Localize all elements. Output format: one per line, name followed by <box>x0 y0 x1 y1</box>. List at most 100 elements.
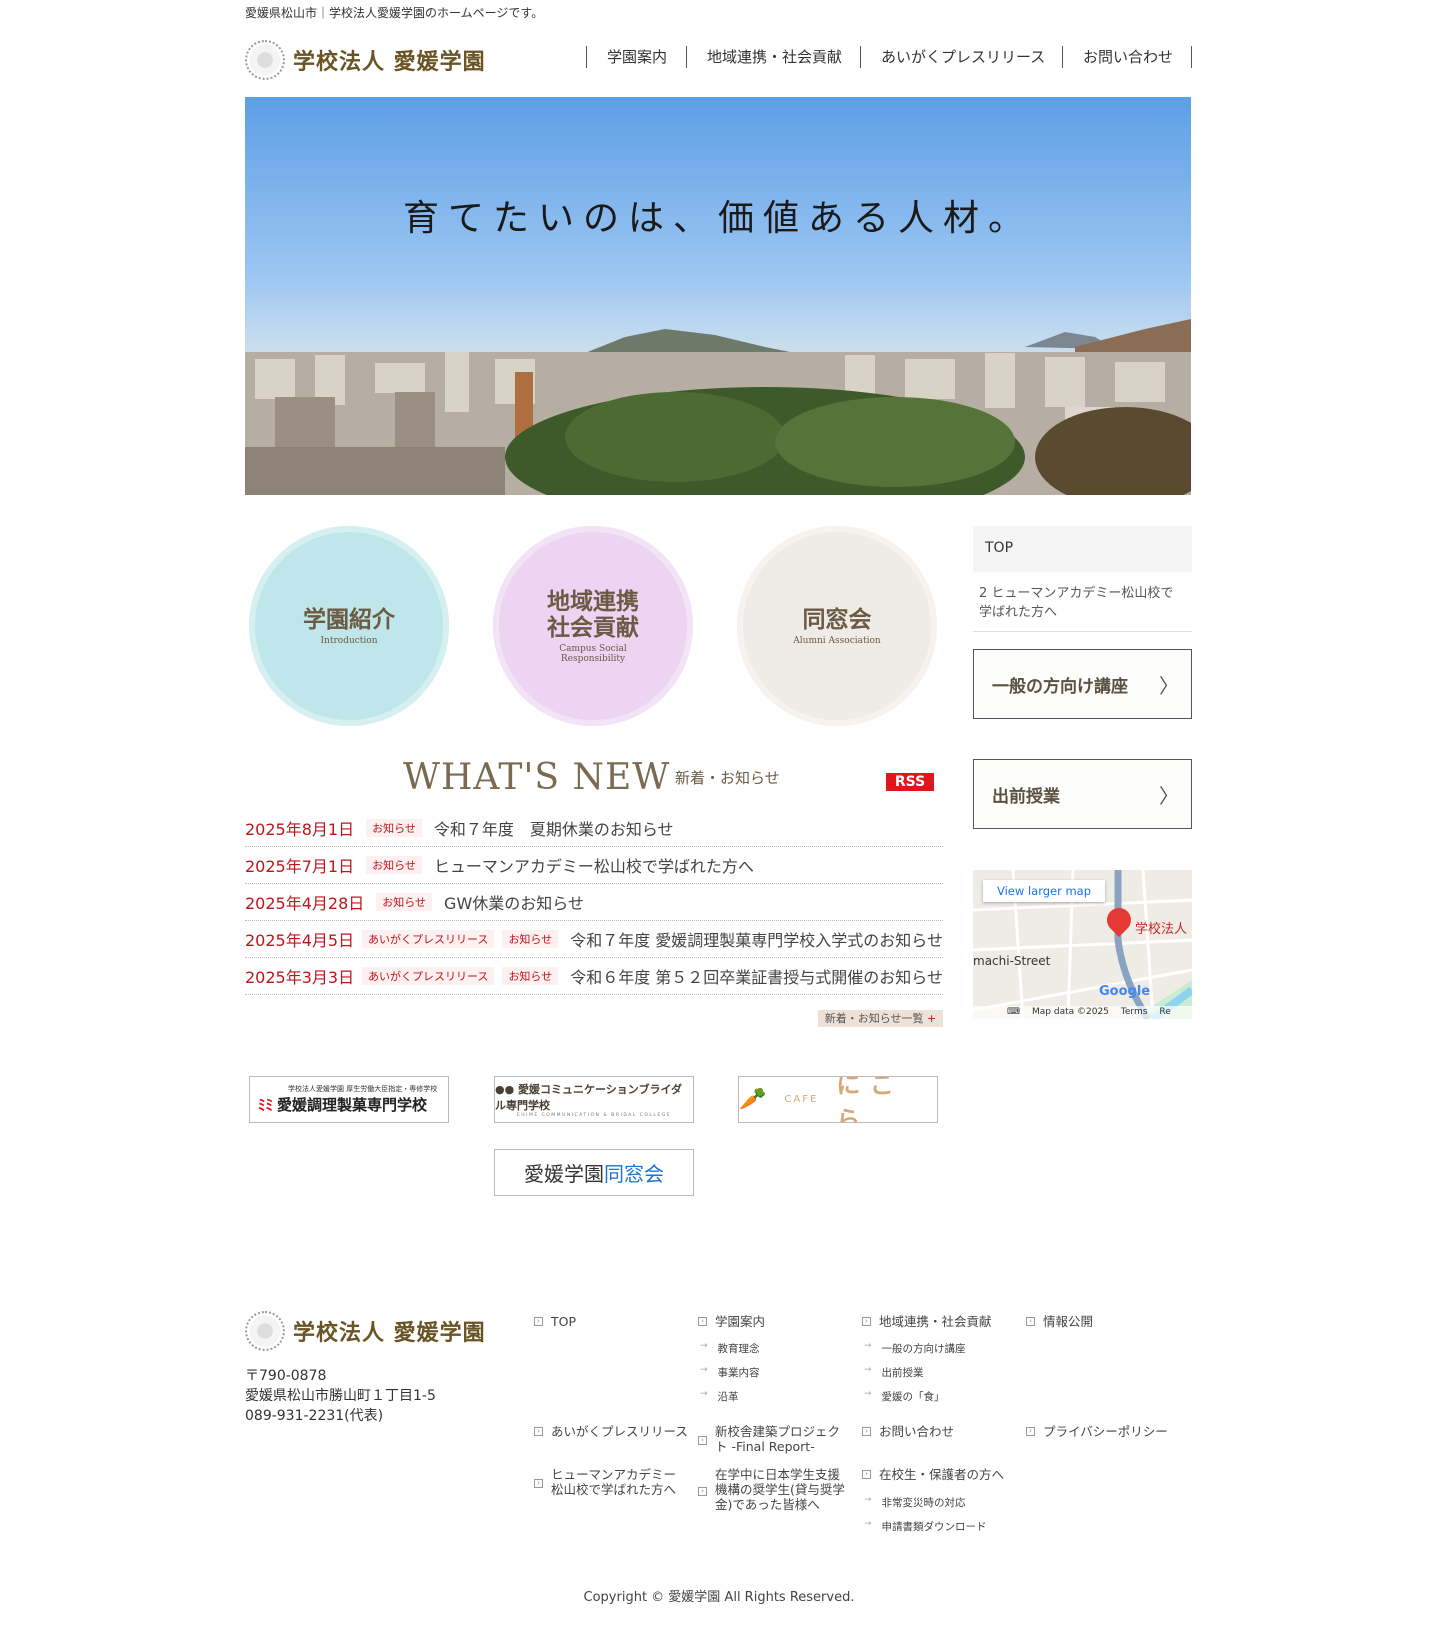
nav-contact[interactable]: お問い合わせ <box>1062 46 1191 68</box>
footer-link-human-academy[interactable]: › ヒューマンアカデミー松山校で学ばれた方へ <box>534 1467 684 1497</box>
site-tagline: 愛媛県松山市｜学校法人愛媛学園のホームページです。 <box>245 6 544 20</box>
link-label: TOP <box>551 1314 577 1329</box>
chevron-right-icon: 〉 <box>1159 673 1179 698</box>
nav-press[interactable]: あいがくプレスリリース <box>860 46 1062 68</box>
footer-link-jasso[interactable]: › 在学中に日本学生支援機構の奨学生(貸与奨学金)であった皆様へ <box>698 1467 848 1512</box>
news-tag[interactable]: お知らせ <box>366 819 422 837</box>
banner-small-text: 学校法人愛媛学園 厚生労働大臣指定・専修学校 <box>288 1085 438 1093</box>
whats-new-subtitle: 新着・お知らせ <box>675 769 780 787</box>
nav-about[interactable]: 学園案内 <box>586 46 686 68</box>
more-label: 新着・お知らせ一覧 <box>824 1012 924 1025</box>
box-arrow-icon: › <box>1026 1427 1035 1436</box>
news-list: 2025年8月1日 お知らせ 令和７年度 夏期休業のお知らせ 2025年7月1日 お知… <box>245 810 943 995</box>
footer-link-top[interactable]: › TOP <box>534 1314 576 1329</box>
banner-subtext: EHIME COMMUNICATION & BRIDAL COLLEGE <box>516 1113 672 1118</box>
circle-link-alumni[interactable]: 同窓会 Alumni Association <box>737 526 937 726</box>
footer-sublink[interactable]: → 沿革 <box>700 1389 739 1404</box>
footer-sublink[interactable]: → 愛媛の「食」 <box>864 1389 945 1404</box>
news-date: 2025年3月3日 <box>245 968 355 987</box>
carrot-icon: 🥕 <box>739 1087 767 1112</box>
news-tag[interactable]: お知らせ <box>502 930 559 948</box>
box-arrow-icon: › <box>862 1470 871 1479</box>
zip-code: 〒790-0878 <box>245 1368 327 1384</box>
footer-link-project[interactable]: › 新校舎建築プロジェクト -Final Report- <box>698 1424 848 1454</box>
news-tag[interactable]: お知らせ <box>502 967 559 985</box>
news-title-link[interactable]: 令和７年度 夏期休業のお知らせ <box>434 816 674 840</box>
map-terms-link[interactable]: Terms <box>1121 1006 1148 1019</box>
news-tag[interactable]: お知らせ <box>366 856 422 874</box>
banner-cooking-college[interactable]: 学校法人愛媛学園 厚生労働大臣指定・専修学校 ﾐﾐ 愛媛調理製菓専門学校 <box>249 1076 449 1123</box>
link-label: 学園案内 <box>715 1314 766 1329</box>
footer-link-info[interactable]: › 情報公開 <box>1026 1314 1093 1329</box>
box-arrow-icon: › <box>862 1427 871 1436</box>
footer-link-privacy[interactable]: › プライバシーポリシー <box>1026 1424 1168 1439</box>
main-nav: 学園案内 地域連携・社会貢献 あいがくプレスリリース お問い合わせ <box>586 46 1192 68</box>
footer-sublink[interactable]: → 非常変災時の対応 <box>864 1495 966 1510</box>
news-title-link[interactable]: 令和６年度 第５２回卒業証書授与式開催のお知らせ <box>570 964 943 988</box>
circle-subtitle-line2: Responsibility <box>560 653 626 664</box>
arrow-icon: → <box>864 1519 872 1529</box>
logo-text: 学校法人 愛媛学園 <box>293 50 486 75</box>
google-map[interactable]: View larger map 学校法人 machi-Street Google… <box>973 870 1192 1019</box>
news-tag[interactable]: お知らせ <box>376 893 433 911</box>
logo-text: 学校法人 愛媛学園 <box>293 1321 486 1346</box>
footer-sublink[interactable]: → 一般の方向け講座 <box>864 1341 966 1356</box>
news-tag[interactable]: あいがくプレスリリース <box>361 930 495 948</box>
news-title-link[interactable]: GW休業のお知らせ <box>444 890 584 914</box>
chevron-right-icon: 〉 <box>1159 783 1179 808</box>
outreach-class-button[interactable]: 出前授業 〉 <box>973 759 1192 829</box>
arrow-icon: → <box>864 1495 872 1505</box>
sidebar-crumb-top[interactable]: TOP <box>973 526 1192 572</box>
footer-link-press[interactable]: › あいがくプレスリリース <box>534 1424 688 1439</box>
footer-sublink[interactable]: → 申請書類ダウンロード <box>864 1519 987 1534</box>
news-tag[interactable]: あいがくプレスリリース <box>361 967 495 985</box>
circle-link-introduction[interactable]: 学園紹介 Introduction <box>249 526 449 726</box>
circle-subtitle: Introduction <box>320 635 378 646</box>
link-label: 情報公開 <box>1043 1314 1094 1329</box>
news-item: 2025年8月1日 お知らせ 令和７年度 夏期休業のお知らせ <box>245 810 943 847</box>
link-label: 教育理念 <box>717 1343 760 1355</box>
banner-cafe-nicora[interactable]: 🥕 CAFE にこら <box>738 1076 938 1123</box>
footer-link-about[interactable]: › 学園案内 <box>698 1314 765 1329</box>
circle-title-line1: 地域連携 <box>547 587 639 615</box>
banner-cafe-text: CAFE <box>784 1094 819 1105</box>
view-larger-map-link[interactable]: View larger map <box>983 880 1106 902</box>
news-list-more-button[interactable]: 新着・お知らせ一覧 + <box>818 1010 943 1027</box>
circle-link-csr[interactable]: 地域連携 社会貢献 Campus Social Responsibility <box>493 526 693 726</box>
banner-alumni[interactable]: 愛媛学園 同窓会 <box>494 1149 694 1196</box>
news-item: 2025年7月1日 お知らせ ヒューマンアカデミー松山校で学ばれた方へ <box>245 847 943 884</box>
arrow-icon: → <box>864 1365 872 1375</box>
arrow-icon: → <box>700 1341 708 1351</box>
link-label: ヒューマンアカデミー松山校で学ばれた方へ <box>551 1467 677 1497</box>
rss-button[interactable]: RSS <box>886 773 934 791</box>
footer-sublink[interactable]: → 教育理念 <box>700 1341 760 1356</box>
footer-link-contact[interactable]: › お問い合わせ <box>862 1424 954 1439</box>
news-title-link[interactable]: ヒューマンアカデミー松山校で学ばれた方へ <box>434 853 754 877</box>
banner-text: 愛媛コミュニケーションブライダル専門学校 <box>495 1083 683 1112</box>
circle-title: 学園紹介 <box>303 605 395 633</box>
copyright: Copyright © 愛媛学園 All Rights Reserved. <box>583 1590 855 1605</box>
footer-link-csr[interactable]: › 地域連携・社会貢献 <box>862 1314 992 1329</box>
link-label: 事業内容 <box>717 1367 760 1379</box>
general-lectures-button[interactable]: 一般の方向け講座 〉 <box>973 649 1192 719</box>
banner-text: 愛媛学園 <box>524 1162 604 1186</box>
link-label: 新校舎建築プロジェクト -Final Report- <box>715 1424 841 1454</box>
footer-link-students[interactable]: › 在校生・保護者の方へ <box>862 1467 1004 1482</box>
banner-bridal-college[interactable]: ●● 愛媛コミュニケーションブライダル専門学校 EHIME COMMUNICAT… <box>494 1076 694 1123</box>
footer-sublink[interactable]: → 事業内容 <box>700 1365 760 1380</box>
plus-icon: + <box>927 1012 937 1025</box>
footer-sublink[interactable]: → 出前授業 <box>864 1365 924 1380</box>
map-report-link[interactable]: Re <box>1159 1006 1170 1019</box>
google-logo: Google <box>1099 984 1151 999</box>
link-label: 一般の方向け講座 <box>881 1343 966 1355</box>
nav-csr[interactable]: 地域連携・社会貢献 <box>686 46 860 68</box>
news-date: 2025年7月1日 <box>245 857 355 876</box>
site-logo[interactable]: 学校法人 愛媛学園 <box>245 40 486 80</box>
keyboard-icon[interactable]: ⌨ <box>1007 1006 1020 1019</box>
footer-logo[interactable]: 学校法人 愛媛学園 <box>245 1311 486 1351</box>
circle-title: 同窓会 <box>802 605 872 633</box>
map-place-label: 学校法人 <box>1135 922 1188 937</box>
link-label: 地域連携・社会貢献 <box>879 1314 992 1329</box>
banner-text: にこら <box>836 1076 904 1123</box>
news-title-link[interactable]: 令和７年度 愛媛調理製菓専門学校入学式のお知らせ <box>570 927 943 951</box>
